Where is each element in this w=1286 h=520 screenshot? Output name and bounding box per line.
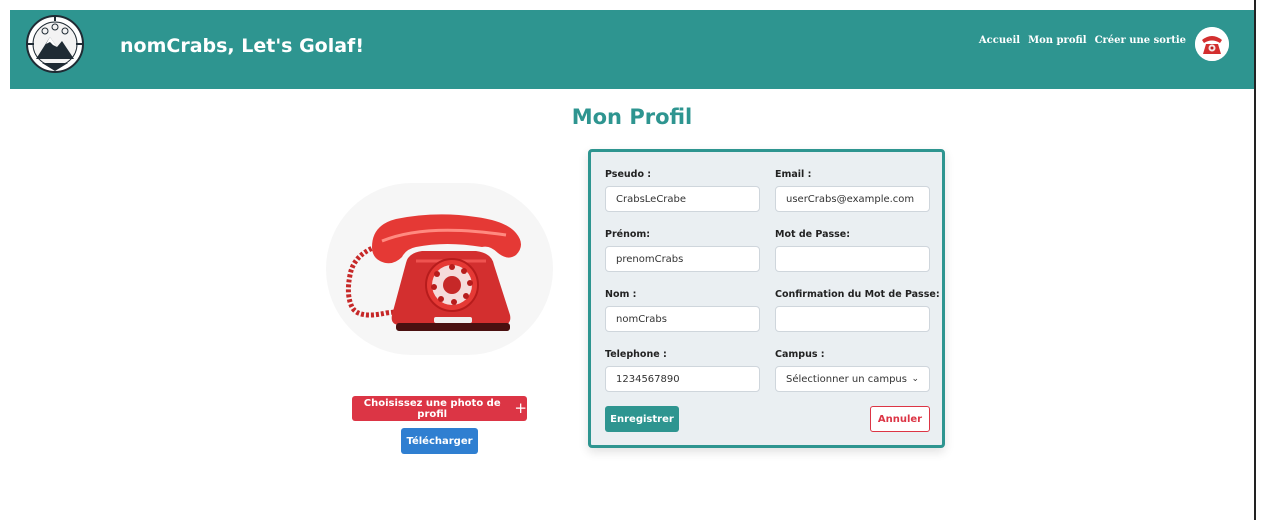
- profile-form: Pseudo : CrabsLeCrabe Email : userCrabs@…: [588, 149, 945, 448]
- nav-creer-sortie[interactable]: Créer une sortie: [1095, 35, 1186, 46]
- navbar: nomCrabs, Let's Golaf! Accueil Mon profi…: [10, 10, 1254, 89]
- choose-photo-button[interactable]: Choisissez une photo de profil +: [352, 396, 527, 421]
- chevron-down-icon: ⌄: [911, 374, 919, 384]
- telephone-label: Telephone :: [605, 349, 667, 360]
- prenom-label: Prénom:: [605, 229, 651, 240]
- page-title: Mon Profil: [571, 105, 693, 129]
- email-input[interactable]: userCrabs@example.com: [775, 186, 930, 212]
- avatar[interactable]: [1195, 27, 1229, 61]
- cancel-button[interactable]: Annuler: [870, 406, 930, 432]
- nav-mon-profil[interactable]: Mon profil: [1028, 35, 1087, 46]
- choose-photo-label: Choisissez une photo de profil: [363, 397, 501, 420]
- telephone-avatar-icon: [1195, 27, 1229, 61]
- password-input[interactable]: [775, 246, 930, 272]
- upload-button[interactable]: Télécharger: [401, 428, 478, 454]
- email-label: Email :: [775, 169, 812, 180]
- logo-icon[interactable]: [24, 13, 86, 75]
- pseudo-label: Pseudo :: [605, 169, 652, 180]
- plus-icon: +: [514, 399, 527, 417]
- campus-select[interactable]: Sélectionner un campus ⌄: [775, 366, 930, 392]
- confirm-password-input[interactable]: [775, 306, 930, 332]
- save-button[interactable]: Enregistrer: [605, 406, 679, 432]
- nav-links: Accueil Mon profil Créer une sortie: [979, 35, 1186, 46]
- nom-input[interactable]: nomCrabs: [605, 306, 760, 332]
- brand-title[interactable]: nomCrabs, Let's Golaf!: [120, 35, 364, 57]
- nom-label: Nom :: [605, 289, 637, 300]
- password-label: Mot de Passe:: [775, 229, 851, 240]
- profile-photo-telephone: [345, 214, 521, 331]
- window-edge: [1254, 0, 1256, 520]
- campus-select-value: Sélectionner un campus: [786, 373, 907, 385]
- campus-label: Campus :: [775, 349, 825, 360]
- nav-accueil[interactable]: Accueil: [979, 35, 1020, 46]
- pseudo-input[interactable]: CrabsLeCrabe: [605, 186, 760, 212]
- prenom-input[interactable]: prenomCrabs: [605, 246, 760, 272]
- page: nomCrabs, Let's Golaf! Accueil Mon profi…: [0, 0, 1286, 520]
- confirm-password-label: Confirmation du Mot de Passe:: [775, 289, 940, 300]
- telephone-input[interactable]: 1234567890: [605, 366, 760, 392]
